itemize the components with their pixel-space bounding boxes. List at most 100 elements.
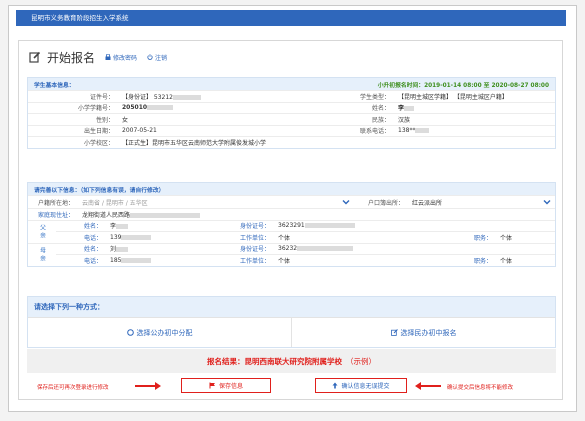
mother-name-field[interactable]: 刘 [106, 244, 224, 253]
mother-idno-field[interactable]: 36232 [274, 245, 354, 253]
arrow-right-icon [135, 382, 161, 390]
mother-name-label: 姓名： [83, 246, 102, 254]
masked-text [130, 212, 201, 218]
arrow-up-icon [332, 382, 338, 389]
choose-options: 选择公办初中分配 选择民办初中报名 [28, 317, 555, 347]
father-side-label: 父亲 [28, 219, 56, 243]
nation-value: 汉族 [398, 116, 411, 124]
phone-value-wrap: 138** [394, 127, 430, 134]
option-public-school[interactable]: 选择公办初中分配 [28, 318, 291, 347]
masked-text [304, 223, 355, 229]
submit-button[interactable]: 确认信息无误提交 [315, 378, 407, 393]
father-work-field[interactable]: 个体 [274, 233, 456, 242]
mother-job-label: 职务： [473, 257, 492, 265]
father-name-label: 姓名： [83, 223, 102, 231]
chevron-down-icon [543, 199, 551, 204]
mother-job-field[interactable]: 个体 [496, 256, 512, 265]
father-job-label: 职务： [473, 234, 492, 242]
hukou-value: 云南省 / 昆明市 / 五华区 [82, 199, 148, 207]
mother-work-field[interactable]: 个体 [274, 256, 456, 265]
school-value: 【正式生】昆明市五华区云南师范大学附属俊发城小学 [122, 139, 267, 147]
name-value-wrap: 李 [394, 103, 415, 112]
student-info-section: 学生基本信息： 小升初报名时间：2019-01-14 08:00 至 2020-… [27, 77, 556, 149]
father-idno: 3623291 [278, 222, 305, 230]
parents-block: 父亲 母亲 姓名： 李 身份证号： 3623291 电话： 139 工作单位： … [28, 219, 555, 266]
student-row-birth: 出生日期： 2007-05-21 联系电话： 138** [28, 124, 555, 137]
police-label: 户口簿出所： [367, 199, 404, 207]
parents-side-labels: 父亲 母亲 [28, 219, 56, 266]
student-row-school: 小学校区： 【正式生】昆明市五华区云南师范大学附属俊发城小学 [28, 136, 555, 148]
xj-label: 小学学籍号： [77, 105, 114, 113]
confirm-info-section: 请完善以下信息：（如下列信息有误，请自行修改） 户籍所在地： 云南省 / 昆明市… [27, 182, 556, 267]
phone-label: 联系电话： [359, 128, 390, 136]
arrow-left-icon [415, 382, 441, 390]
father-idno-field[interactable]: 3623291 [274, 222, 355, 229]
save-label: 保存信息 [218, 383, 243, 390]
page-header: 开始报名 修改密码 注销 [29, 49, 167, 65]
option-private-school[interactable]: 选择民办初中报名 [291, 318, 555, 347]
birth-value: 2007-05-21 [122, 127, 157, 135]
masked-text [404, 106, 415, 112]
id-value: 【身份证】 53212 [122, 93, 173, 101]
id-value-wrap: 【身份证】 53212 [118, 92, 304, 101]
logout-label: 注销 [155, 54, 168, 62]
mother-work-label: 工作单位： [239, 257, 270, 265]
birth-label: 出生日期： [83, 128, 114, 136]
lock-icon [105, 54, 111, 60]
name-label: 姓名： [371, 105, 390, 113]
student-row-id: 证件号： 【身份证】 53212 学生类型： 【昆明主城区学籍】 【昆明主城区户… [28, 90, 555, 102]
masked-text [173, 94, 201, 100]
option-public-label: 选择公办初中分配 [136, 328, 193, 337]
option-private-label: 选择民办初中报名 [400, 328, 457, 337]
action-bar: 保存后还可再次登录进行修改 保存信息 确认信息无误提交 确认提交后信息将不能修改 [19, 377, 564, 395]
mother-tel-label: 电话： [83, 257, 102, 265]
result-text: 报名结果：昆明西南联大研究院附属学校 [207, 356, 342, 366]
mother-tel: 185 [110, 256, 122, 264]
page-title: 开始报名 [47, 50, 96, 65]
mother-side-label: 母亲 [28, 242, 56, 266]
change-password-label: 修改密码 [113, 54, 138, 62]
address-field[interactable]: 龙翔街道人民西路 [78, 210, 201, 219]
confirm-row-hukou: 户籍所在地： 云南省 / 昆明市 / 五华区 户口簿出所： 红云派出所 [28, 195, 555, 208]
chevron-down-icon [342, 199, 350, 204]
gender-label: 性别： [95, 116, 114, 124]
app-title-bar: 昆明市义务教育阶段招生入学系统 [16, 10, 566, 26]
hukou-select[interactable]: 云南省 / 昆明市 / 五华区 [78, 198, 358, 207]
mother-row-2: 电话： 185 工作单位： 个体 职务： 个体 [56, 254, 555, 266]
police-value: 红云派出所 [412, 199, 443, 207]
submit-label: 确认信息无误提交 [341, 383, 390, 390]
result-banner: 报名结果：昆明西南联大研究院附属学校 （示例） [27, 349, 556, 373]
student-info-title: 学生基本信息： [34, 82, 75, 89]
logout-link[interactable]: 注销 [147, 53, 167, 62]
mother-idno-label: 身份证号： [239, 246, 270, 254]
circle-icon [126, 329, 134, 336]
confirm-row-address: 家庭现住址： 龙翔街道人民西路 [28, 208, 555, 220]
student-info-header: 学生基本信息： 小升初报名时间：2019-01-14 08:00 至 2020-… [28, 78, 555, 90]
father-tel-field[interactable]: 139 [106, 234, 224, 241]
father-job-field[interactable]: 个体 [496, 233, 512, 242]
address-value: 龙翔街道人民西路 [82, 211, 131, 219]
save-button[interactable]: 保存信息 [181, 378, 271, 393]
result-example: （示例） [346, 356, 376, 366]
address-label: 家庭现住址： [37, 211, 74, 219]
masked-text [121, 257, 152, 263]
father-name-field[interactable]: 李 [106, 221, 224, 230]
xj-value: 205010 [122, 104, 148, 112]
police-select[interactable]: 红云派出所 [408, 198, 555, 207]
xj-value-wrap: 205010 [118, 104, 304, 111]
choose-section: 请选择下列一种方式： 选择公办初中分配 选择民办初中报名 [27, 296, 556, 348]
type-value: 【昆明主城区学籍】 【昆明主城区户籍】 [398, 93, 508, 101]
hukou-label: 户籍所在地： [37, 199, 74, 207]
save-note: 保存后还可再次登录进行修改 [37, 385, 109, 391]
masked-text [116, 224, 129, 230]
mother-idno: 36232 [278, 245, 298, 253]
mother-row-1: 姓名： 刘 身份证号： 36232 [56, 242, 555, 255]
choose-header: 请选择下列一种方式： [28, 297, 555, 317]
masked-text [116, 247, 129, 253]
change-password-link[interactable]: 修改密码 [105, 53, 137, 62]
father-row-2: 电话： 139 工作单位： 个体 职务： 个体 [56, 231, 555, 243]
id-label: 证件号： [89, 93, 114, 101]
mother-tel-field[interactable]: 185 [106, 257, 224, 264]
edit-icon [29, 51, 41, 63]
student-row-gender: 性别： 女 民族： 汉族 [28, 113, 555, 125]
